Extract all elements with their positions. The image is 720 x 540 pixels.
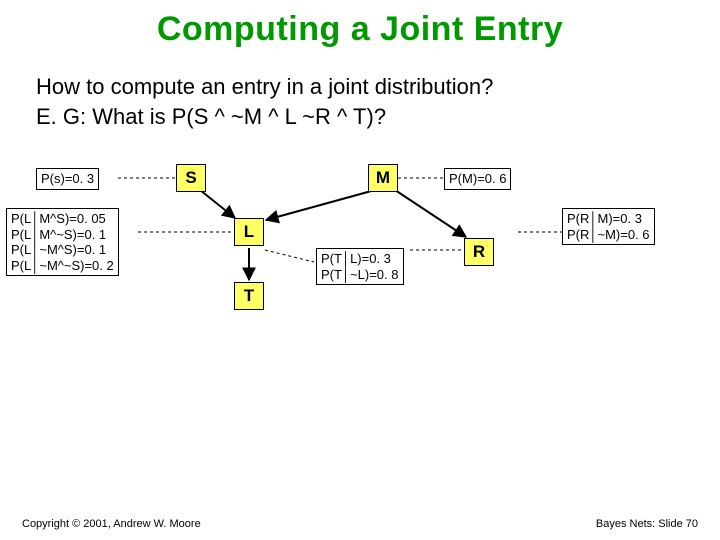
- cpt-r-row-2: P(R│~M)=0. 6: [567, 227, 650, 243]
- cpt-t: P(T│L)=0. 3 P(T│~L)=0. 8: [316, 248, 404, 285]
- node-t: T: [234, 282, 264, 310]
- body-text-block: How to compute an entry in a joint distr…: [36, 72, 493, 131]
- footer-slide-number: Bayes Nets: Slide 70: [596, 518, 698, 530]
- cpt-l-row-3: P(L│~M^S)=0. 1: [11, 242, 114, 258]
- node-r: R: [464, 238, 494, 266]
- cpt-r-row-1: P(R│M)=0. 3: [567, 211, 650, 227]
- cpt-t-row-1: P(T│L)=0. 3: [321, 251, 399, 267]
- footer-copyright: Copyright © 2001, Andrew W. Moore: [22, 518, 201, 530]
- cpt-r: P(R│M)=0. 3 P(R│~M)=0. 6: [562, 208, 655, 245]
- cpt-l: P(L│M^S)=0. 05 P(L│M^~S)=0. 1 P(L│~M^S)=…: [6, 208, 119, 276]
- cpt-t-row-2: P(T│~L)=0. 8: [321, 267, 399, 283]
- question-line-1: How to compute an entry in a joint distr…: [36, 72, 493, 102]
- cpt-l-row-4: P(L│~M^~S)=0. 2: [11, 258, 114, 274]
- node-l: L: [234, 218, 264, 246]
- cpt-m: P(M)=0. 6: [444, 168, 511, 190]
- node-m: M: [368, 164, 398, 192]
- cpt-l-row-1: P(L│M^S)=0. 05: [11, 211, 114, 227]
- question-line-2: E. G: What is P(S ^ ~M ^ L ~R ^ T)?: [36, 102, 493, 132]
- cpt-l-row-2: P(L│M^~S)=0. 1: [11, 227, 114, 243]
- slide-title: Computing a Joint Entry: [0, 10, 720, 49]
- node-s: S: [176, 164, 206, 192]
- cpt-s: P(s)=0. 3: [36, 168, 99, 190]
